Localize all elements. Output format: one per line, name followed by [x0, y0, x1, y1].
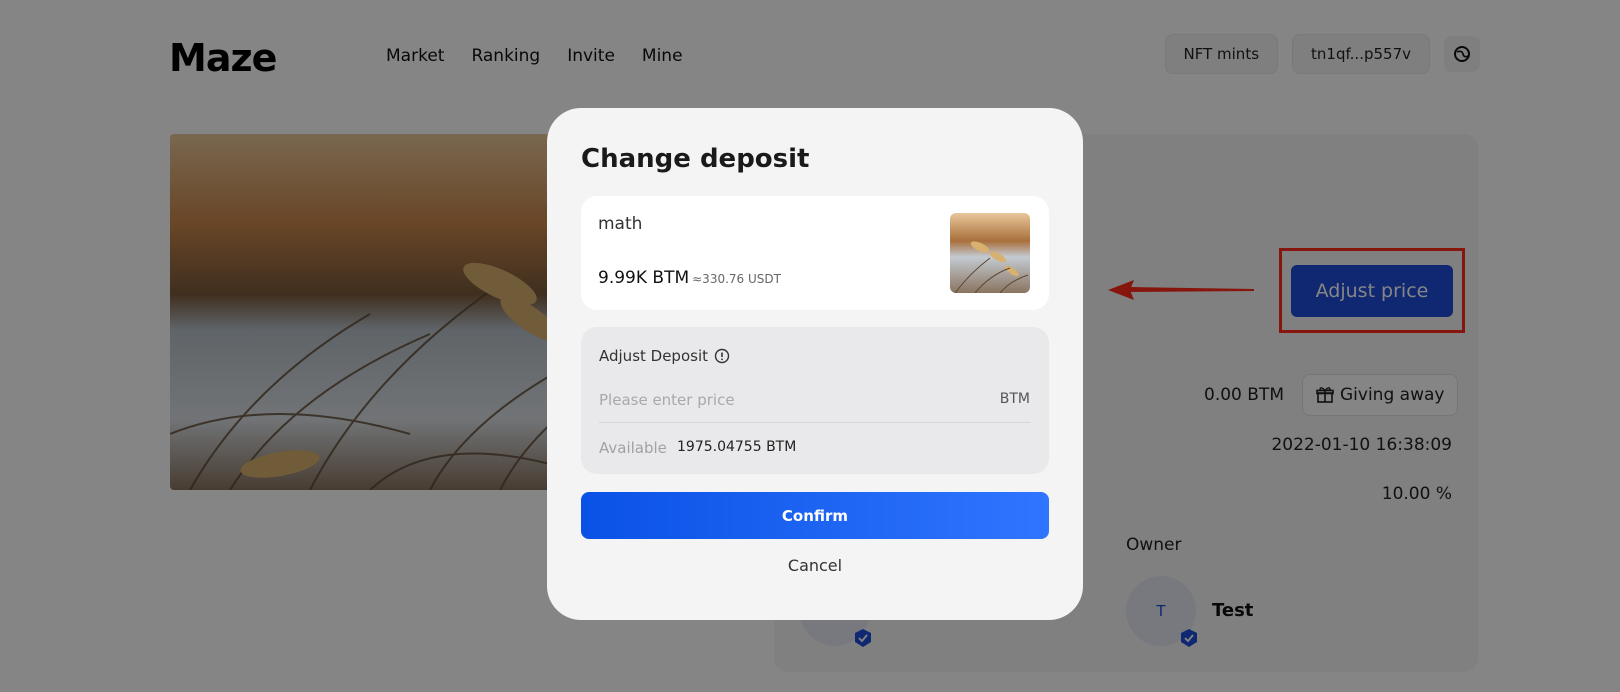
adjust-deposit-label: Adjust Deposit — [599, 347, 730, 365]
available-balance: 1975.04755 BTM — [677, 439, 797, 455]
nft-price-usdt: ≈330.76 USDT — [692, 272, 781, 286]
deposit-unit: BTM — [999, 391, 1030, 407]
adjust-deposit-panel: Adjust Deposit BTM Available 1975.04755 … — [581, 327, 1049, 474]
nft-name: math — [598, 214, 643, 234]
cancel-button[interactable]: Cancel — [581, 550, 1049, 580]
nft-summary-card: math 9.99K BTM ≈330.76 USDT — [581, 196, 1049, 310]
nft-thumbnail — [950, 213, 1030, 293]
divider — [599, 422, 1031, 423]
deposit-price-input[interactable] — [599, 385, 959, 415]
nft-price: 9.99K BTM ≈330.76 USDT — [598, 268, 781, 288]
available-label: Available — [599, 439, 667, 457]
confirm-button[interactable]: Confirm — [581, 492, 1049, 539]
info-icon[interactable] — [714, 348, 730, 364]
change-deposit-modal: Change deposit math 9.99K BTM ≈330.76 USD… — [547, 108, 1083, 620]
adjust-deposit-text: Adjust Deposit — [599, 347, 708, 365]
modal-title: Change deposit — [581, 144, 810, 174]
nft-price-btm: 9.99K BTM — [598, 268, 690, 288]
